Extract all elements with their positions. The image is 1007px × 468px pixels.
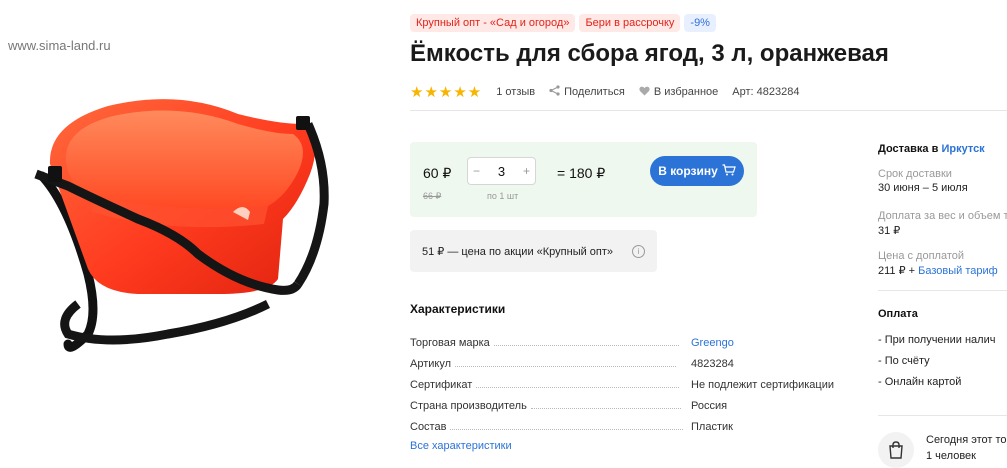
char-value: 4823284: [691, 358, 734, 370]
delivery-term-label: Срок доставки: [878, 168, 952, 180]
surcharge-label: Доплата за вес и объем то: [878, 210, 1007, 222]
buy-panel: 60 ₽ 66 ₽ − 3 + по 1 шт = 180 ₽ В корзин…: [410, 142, 757, 217]
article-number: Арт: 4823284: [732, 86, 800, 98]
char-row: Торговая марка Greengo: [410, 328, 840, 349]
surcharge-value: 31 ₽: [878, 225, 901, 237]
price-with-surcharge-label: Цена с доплатой: [878, 250, 965, 262]
badge-discount: -9%: [684, 14, 716, 32]
delivery-heading-text: Доставка в: [878, 143, 939, 155]
add-to-cart-button[interactable]: В корзину: [650, 156, 744, 186]
char-dots: [476, 387, 680, 388]
char-dots: [530, 408, 681, 409]
payment-option: - По счёту: [878, 355, 930, 367]
payment-option: - При получении налич: [878, 334, 996, 346]
header-divider: [410, 110, 1007, 111]
badge-installment[interactable]: Бери в рассрочку: [579, 14, 681, 32]
char-dots: [493, 345, 679, 346]
payment-heading: Оплата: [878, 308, 918, 320]
char-row: Сертификат Не подлежит сертификации: [410, 370, 840, 391]
share-icon: [549, 85, 560, 99]
char-value: Россия: [691, 400, 728, 412]
all-characteristics-link[interactable]: Все характеристики: [410, 440, 512, 452]
favorite-label: В избранное: [653, 86, 719, 98]
char-key: Торговая марка: [410, 337, 490, 349]
delivery-term-value: 30 июня – 5 июля: [878, 182, 968, 194]
char-dots: [455, 366, 677, 367]
bulk-price-text: 51 ₽ — цена по акции «Крупный опт»: [422, 245, 614, 258]
bulk-price-note: 51 ₽ — цена по акции «Крупный опт» i: [410, 230, 657, 272]
decrease-button[interactable]: −: [473, 164, 480, 178]
reviews-link[interactable]: 1 отзыв: [496, 86, 535, 98]
increase-button[interactable]: +: [523, 164, 530, 178]
char-row: Артикул 4823284: [410, 349, 840, 370]
info-icon[interactable]: i: [632, 244, 645, 258]
product-meta: ★★★★★ 1 отзыв Поделиться В избранное Арт…: [410, 83, 799, 101]
char-key: Страна производитель: [410, 400, 527, 412]
share-button[interactable]: Поделиться: [549, 85, 625, 99]
product-title: Ёмкость для сбора ягод, 3 л, оранжевая: [410, 40, 889, 67]
total-price: = 180 ₽: [557, 165, 606, 181]
cart-icon: [722, 163, 736, 179]
badge-bulk-garden[interactable]: Крупный опт - «Сад и огород»: [410, 14, 576, 32]
tariff-link[interactable]: Базовый тариф: [918, 265, 998, 277]
city-link[interactable]: Иркутск: [941, 143, 984, 155]
old-price: 66 ₽: [423, 191, 442, 201]
heart-icon: [639, 85, 650, 99]
quantity-value[interactable]: 3: [498, 164, 505, 179]
sidebar-divider: [878, 290, 1007, 291]
char-dots: [450, 429, 684, 430]
today-line-2: 1 человек: [926, 450, 976, 462]
char-row: Страна производитель Россия: [410, 391, 840, 412]
delivery-heading: Доставка в Иркутск: [878, 143, 985, 155]
share-label: Поделиться: [564, 86, 625, 98]
rating-stars[interactable]: ★★★★★: [410, 83, 482, 101]
char-row: Состав Пластик: [410, 412, 840, 433]
payment-option: - Онлайн картой: [878, 376, 962, 388]
favorite-button[interactable]: В избранное: [639, 85, 718, 99]
brand-link[interactable]: Greengo: [691, 337, 734, 349]
per-unit-note: по 1 шт: [487, 191, 519, 201]
cart-button-label: В корзину: [658, 164, 718, 178]
characteristics-title: Характеристики: [410, 302, 506, 316]
characteristics-list: Торговая марка Greengo Артикул 4823284 С…: [410, 328, 840, 433]
price-with-surcharge-value: 211 ₽ +: [878, 265, 916, 277]
char-value: Не подлежит сертификации: [691, 379, 835, 391]
site-watermark: www.sima-land.ru: [8, 38, 111, 53]
char-value: Пластик: [691, 421, 733, 433]
promo-badges: Крупный опт - «Сад и огород» Бери в расс…: [410, 14, 716, 32]
reviews-count[interactable]: 1 отзыв: [496, 86, 535, 98]
char-key: Состав: [410, 421, 447, 433]
char-key: Сертификат: [410, 379, 473, 391]
today-line-1: Сегодня этот то: [926, 434, 1007, 446]
shopping-bag-icon: [878, 432, 914, 468]
quantity-stepper[interactable]: − 3 +: [467, 157, 536, 185]
char-key: Артикул: [410, 358, 452, 370]
sidebar-divider: [878, 415, 1007, 416]
product-photo[interactable]: [28, 84, 348, 404]
price-with-surcharge-row: 211 ₽ + Базовый тариф: [878, 264, 998, 277]
unit-price: 60 ₽: [423, 165, 452, 181]
